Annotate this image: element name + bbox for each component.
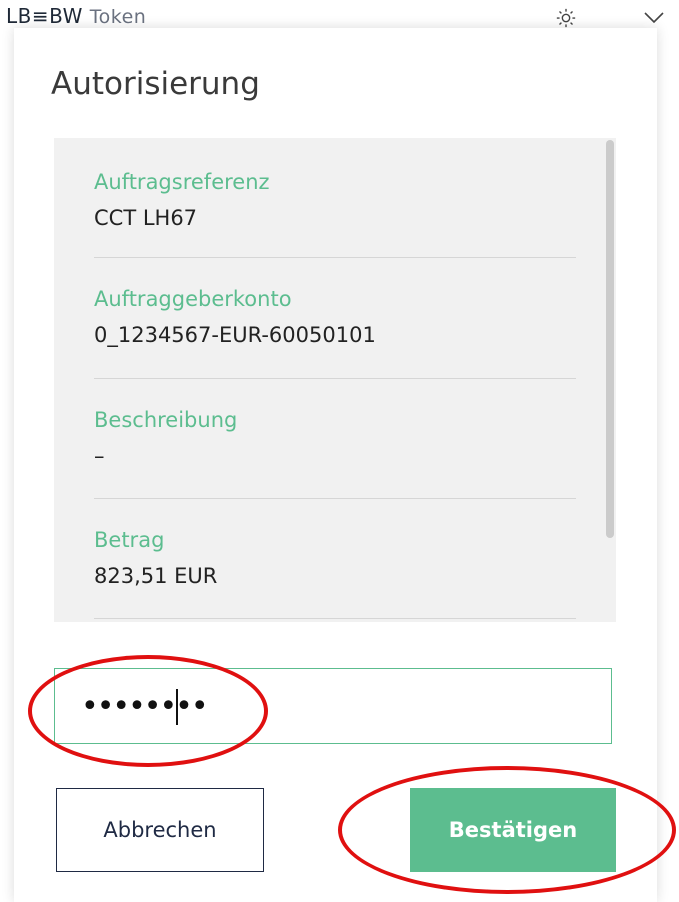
detail-label: Beschreibung — [94, 408, 238, 432]
detail-label: Auftragsreferenz — [94, 170, 270, 194]
brand-text: LB≡BW — [6, 4, 83, 28]
divider — [94, 378, 576, 379]
password-masked-value: •••••••• — [81, 689, 209, 724]
detail-value: – — [94, 444, 105, 468]
chevron-down-icon[interactable] — [640, 6, 668, 30]
detail-amount: Betrag 823,51 EUR — [94, 526, 576, 590]
detail-originator-account: Auftraggeberkonto 0_1234567-EUR-60050101 — [94, 285, 576, 349]
confirm-button[interactable]: Bestätigen — [410, 788, 616, 872]
detail-value: 0_1234567-EUR-60050101 — [94, 323, 376, 347]
detail-value: CCT LH67 — [94, 206, 198, 230]
detail-value: 823,51 EUR — [94, 564, 218, 588]
order-details-box[interactable]: Auftragsreferenz CCT LH67 Auftraggeberko… — [54, 138, 616, 622]
brand-subtitle: Token — [89, 6, 147, 28]
text-caret — [176, 689, 178, 725]
detail-order-reference: Auftragsreferenz CCT LH67 — [94, 168, 576, 232]
cancel-button[interactable]: Abbrechen — [56, 788, 264, 872]
detail-description: Beschreibung – — [94, 406, 576, 470]
scrollbar[interactable] — [606, 140, 614, 538]
dialog-title: Autorisierung — [51, 66, 260, 102]
password-input[interactable]: •••••••• — [54, 668, 612, 744]
detail-label: Betrag — [94, 528, 165, 552]
divider — [94, 498, 576, 499]
brand-logo: LB≡BW Token — [6, 4, 146, 28]
app-header: LB≡BW Token — [0, 0, 679, 30]
detail-label: Auftraggeberkonto — [94, 287, 292, 311]
gear-icon[interactable] — [552, 6, 580, 30]
divider — [94, 257, 576, 258]
divider — [94, 618, 576, 619]
